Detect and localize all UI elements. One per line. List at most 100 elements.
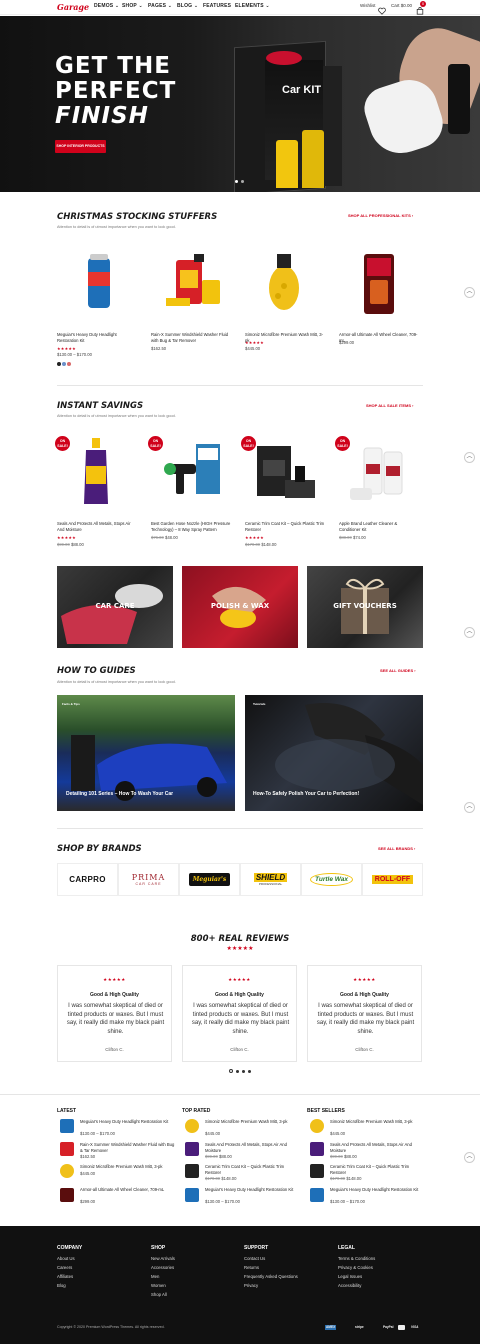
shop-interior-button[interactable]: SHOP INTERIOR PRODUCTS: [55, 140, 106, 153]
best-sellers-name-1[interactable]: Simoniz Microfibre Premium Wash Mitt, 3-…: [330, 1119, 426, 1125]
stocking-subtitle: Attention to detail is of utmost importa…: [57, 225, 176, 229]
latest-thumb-1[interactable]: [60, 1119, 74, 1133]
review-card-1: ★★★★★ Good & High Quality I was somewhat…: [57, 965, 172, 1062]
shop-professional-kits-link[interactable]: SHOP ALL PROFESSIONAL KITS ›: [348, 213, 413, 218]
nav-shop[interactable]: SHOP ⌄: [122, 3, 143, 9]
best-sellers-thumb-2[interactable]: [310, 1142, 324, 1156]
footer-link-affiliates[interactable]: Affiliates: [57, 1274, 73, 1279]
latest-price-1: $130.00 – $170.00: [80, 1131, 115, 1136]
sale-product-rating-3: ★★★★★: [245, 535, 264, 540]
best-sellers-name-4[interactable]: Meguiar's Heavy Duty Headlight Restorati…: [330, 1187, 426, 1193]
top-rated-name-1[interactable]: Simoniz Microfibre Premium Wash Mitt, 3-…: [205, 1119, 301, 1125]
top-rated-thumb-4[interactable]: [185, 1188, 199, 1202]
product-name-1[interactable]: Meguiar's Heavy Duty Headlight Restorati…: [57, 332, 137, 344]
review-dot-1[interactable]: [229, 1069, 233, 1073]
footer-link-contact[interactable]: Contact Us: [244, 1256, 265, 1261]
see-all-guides-link[interactable]: SEE ALL GUIDES ›: [380, 668, 416, 673]
brand-roll-off[interactable]: ROLL-OFF: [362, 863, 423, 896]
footer-link-shop-all[interactable]: Shop All: [151, 1292, 167, 1297]
shop-sale-items-link[interactable]: SHOP ALL SALE ITEMS ›: [366, 403, 414, 408]
review-dot-2[interactable]: [236, 1070, 239, 1073]
guide-title-polish[interactable]: How-To Safely Polish Your Car to Perfect…: [253, 791, 359, 797]
product-rating-3: ★★★★★: [245, 340, 264, 345]
footer-link-legal-issues[interactable]: Legal Issues: [338, 1274, 362, 1279]
footer-link-accessibility[interactable]: Accessibility: [338, 1283, 361, 1288]
latest-name-2[interactable]: Rain-X Summer Windshield Washer Fluid wi…: [80, 1142, 176, 1153]
color-swatch-black[interactable]: [57, 362, 61, 366]
best-sellers-thumb-3[interactable]: [310, 1164, 324, 1178]
color-swatch-blue[interactable]: [62, 362, 66, 366]
see-all-brands-link[interactable]: SEE ALL BRANDS ›: [378, 846, 415, 851]
footer-link-privacy[interactable]: Privacy: [244, 1283, 258, 1288]
wishlist-link[interactable]: Wishlist: [360, 3, 376, 8]
product-image-washer-fluid[interactable]: [150, 240, 228, 330]
category-car-care-label: CAR CARE: [95, 602, 135, 610]
sale-product-name-4[interactable]: Apple Brand Leather Cleaner & Conditione…: [339, 521, 419, 533]
brand-carpro[interactable]: CARPRO: [57, 863, 118, 896]
product-image-wheel-cleaner[interactable]: [340, 240, 418, 330]
scroll-top-button-2[interactable]: ︿: [464, 452, 475, 463]
best-sellers-thumb-1[interactable]: [310, 1119, 324, 1133]
brand-prima[interactable]: PRIMA CAR CARE: [118, 863, 179, 896]
top-rated-name-2[interactable]: Seals And Protects All Metals, Stops Air…: [205, 1142, 301, 1153]
hero-dot-2[interactable]: [241, 180, 244, 183]
scroll-top-button-5[interactable]: ︿: [464, 1152, 475, 1163]
product-image-headlight-kit[interactable]: [58, 240, 136, 330]
scroll-top-button-1[interactable]: ︿: [464, 287, 475, 298]
nav-pages[interactable]: PAGES ⌄: [148, 3, 172, 9]
top-rated-name-3[interactable]: Ceramic Trim Coat Kit – Quick Plastic Tr…: [205, 1164, 301, 1175]
nav-features[interactable]: FEATURES: [203, 3, 231, 9]
latest-name-1[interactable]: Meguiar's Heavy Duty Headlight Restorati…: [80, 1119, 176, 1125]
site-logo[interactable]: Garage: [57, 1, 89, 13]
best-sellers-thumb-4[interactable]: [310, 1188, 324, 1202]
product-image-leather-kit[interactable]: [340, 430, 418, 520]
review-author-1: Clifton C.: [105, 1047, 124, 1052]
guide-title-wash[interactable]: Detailing 101 Series – How To Wash Your …: [66, 791, 173, 797]
footer-link-blog[interactable]: Blog: [57, 1283, 66, 1288]
hero-title-line-2: PERFECT: [55, 78, 177, 104]
footer-link-about[interactable]: About Us: [57, 1256, 75, 1261]
nav-demos[interactable]: DEMOS ⌄: [94, 3, 119, 9]
sale-product-name-3[interactable]: Ceramic Trim Coat Kit – Quick Plastic Tr…: [245, 521, 325, 533]
footer-link-men[interactable]: Men: [151, 1274, 159, 1279]
footer-link-cookies[interactable]: Privacy & Cookies: [338, 1265, 373, 1270]
footer-link-faq[interactable]: Frequently Asked Questions: [244, 1274, 298, 1279]
sale-product-name-2[interactable]: Best Garden Hose Nozzle (HIGH Pressure T…: [151, 521, 231, 533]
brand-meguiars[interactable]: Meguiar's: [179, 863, 240, 896]
best-sellers-name-3[interactable]: Ceramic Trim Coat Kit – Quick Plastic Tr…: [330, 1164, 426, 1175]
review-dot-3[interactable]: [242, 1070, 245, 1073]
cart-link[interactable]: Cart $0.00: [391, 3, 412, 8]
brand-shield[interactable]: SHIELD PROFESSIONAL: [240, 863, 301, 896]
product-name-2[interactable]: Rain-X Summer Windshield Washer Fluid wi…: [151, 332, 231, 344]
sale-product-name-1[interactable]: Seals And Protects All Metals, Stops Air…: [57, 521, 137, 533]
scroll-top-button-4[interactable]: ︿: [464, 802, 475, 813]
footer-company-heading: COMPANY: [57, 1245, 83, 1251]
latest-name-4[interactable]: Armor-all Ultimate All Wheel Cleaner, 70…: [80, 1187, 176, 1193]
top-rated-thumb-3[interactable]: [185, 1164, 199, 1178]
top-rated-thumb-2[interactable]: [185, 1142, 199, 1156]
hero-dot-1[interactable]: [235, 180, 238, 183]
latest-thumb-3[interactable]: [60, 1164, 74, 1178]
top-rated-name-4[interactable]: Meguiar's Heavy Duty Headlight Restorati…: [205, 1187, 301, 1193]
product-image-wash-mitt[interactable]: [245, 240, 323, 330]
footer-link-women[interactable]: Women: [151, 1283, 166, 1288]
best-sellers-name-2[interactable]: Seals And Protects All Metals, Stops Air…: [330, 1142, 426, 1153]
brand-turtle-wax[interactable]: Turtle Wax: [301, 863, 362, 896]
latest-name-3[interactable]: Simoniz Microfibre Premium Wash Mitt, 3-…: [80, 1164, 176, 1170]
footer-link-returns[interactable]: Returns: [244, 1265, 259, 1270]
nav-elements[interactable]: ELEMENTS ⌄: [235, 3, 270, 9]
footer-link-new-arrivals[interactable]: New Arrivals: [151, 1256, 175, 1261]
latest-thumb-2[interactable]: [60, 1142, 74, 1156]
top-rated-thumb-1[interactable]: [185, 1119, 199, 1133]
scroll-top-button-3[interactable]: ︿: [464, 627, 475, 638]
color-swatch-red[interactable]: [67, 362, 71, 366]
review-dot-4[interactable]: [248, 1070, 251, 1073]
heart-icon[interactable]: [378, 2, 386, 15]
product-image-trim-coat[interactable]: [245, 430, 323, 520]
footer-link-careers[interactable]: Careers: [57, 1265, 72, 1270]
best-sellers-price-4: $130.00 – $170.00: [330, 1199, 365, 1204]
footer-link-accessories[interactable]: Accessories: [151, 1265, 174, 1270]
nav-blog[interactable]: BLOG ⌄: [177, 3, 198, 9]
latest-thumb-4[interactable]: [60, 1188, 74, 1202]
footer-link-terms[interactable]: Terms & Conditions: [338, 1256, 375, 1261]
